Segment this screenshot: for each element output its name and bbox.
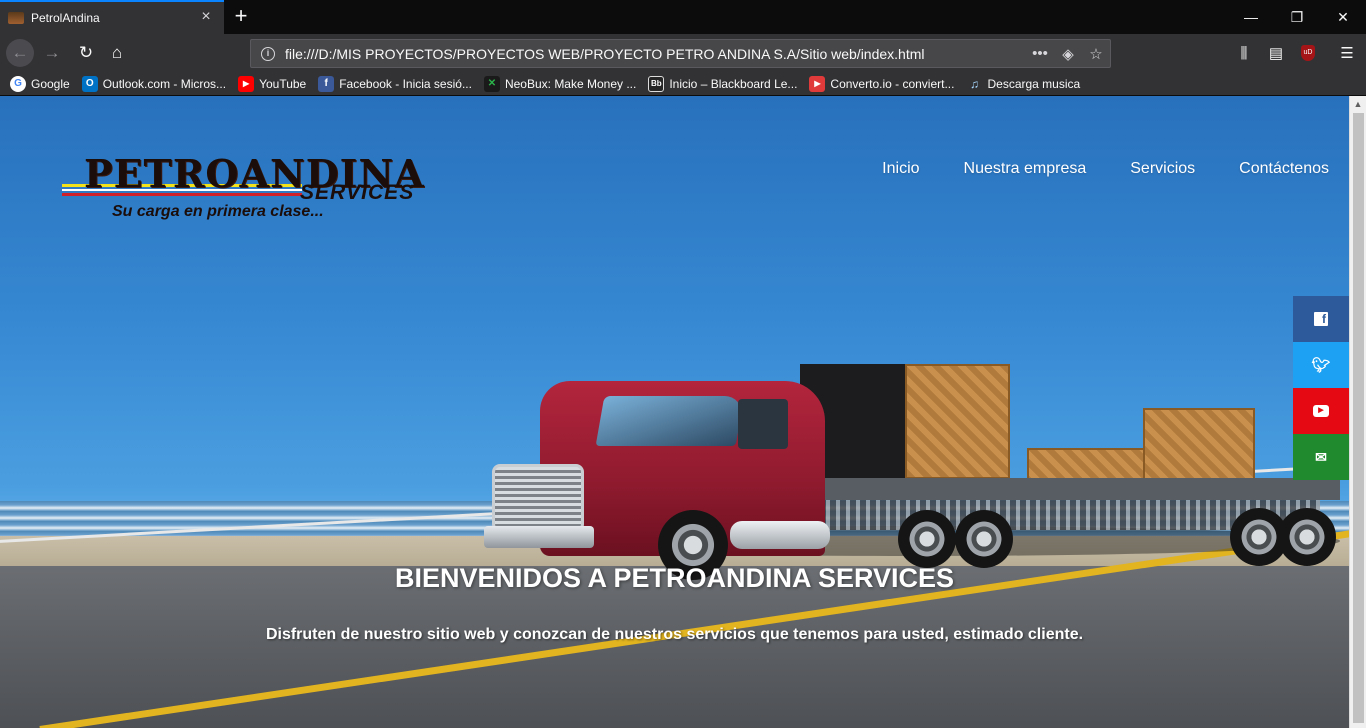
email-icon: ✉ [1315,448,1327,465]
side-window [738,399,788,449]
hero-title: BIENVENIDOS A PETROANDINA SERVICES [394,563,955,593]
pocket-icon[interactable]: ◈ [1054,45,1082,63]
twitter-button[interactable]: 🐦︎ [1293,342,1349,388]
tab-title: PetrolAndina [31,11,100,25]
menu-hamburger-icon[interactable]: ☰ [1333,39,1361,67]
petroandina-logo[interactable]: PETROANDINA SERVICES Su carga en primera… [62,151,447,226]
grille [492,464,584,532]
outlook-icon: O [81,75,98,92]
close-window-button[interactable]: ✕ [1320,0,1366,34]
youtube-icon: ▶ [238,75,255,92]
windshield [595,396,745,446]
twitter-icon: 🐦︎ [1311,357,1331,374]
menu-item-nuestra-empresa[interactable]: Nuestra empresa [964,160,1087,178]
bookmark-descarga-musica[interactable]: ♫ Descarga musica [966,76,1080,92]
bookmark-label: NeoBux: Make Money ... [504,76,637,91]
bookmark-converto[interactable]: ▶ Converto.io - conviert... [809,75,955,92]
main-menu: Inicio Nuestra empresa Servicios Contáct… [838,160,1329,178]
logo-sub-text: SERVICES [300,181,415,204]
fuel-tank [730,521,830,549]
restore-window-button[interactable]: ❐ [1274,0,1320,34]
back-button[interactable]: ← [6,39,34,67]
bookmark-blackboard[interactable]: Bb Inicio – Blackboard Le... [648,75,798,92]
crate [905,364,1010,479]
page-scrollbar[interactable]: ▲ [1349,96,1366,728]
minimize-window-button[interactable]: — [1228,0,1274,34]
bookmark-star-icon[interactable]: ☆ [1082,45,1110,63]
ublock-icon[interactable]: uD [1294,39,1322,67]
wheel [955,510,1013,568]
menu-item-inicio[interactable]: Inicio [882,160,919,178]
google-icon: G [10,75,26,92]
menu-item-contactenos[interactable]: Contáctenos [1239,160,1329,178]
navigation-toolbar: ← → ↻ ⌂ i file:///D:/MIS PROYECTOS/PROYE… [0,34,1366,72]
new-tab-button[interactable]: + [230,4,252,28]
bookmark-youtube[interactable]: ▶ YouTube [238,75,307,92]
menu-item-servicios[interactable]: Servicios [1130,160,1195,178]
bookmark-label: Outlook.com - Micros... [102,76,227,91]
bookmark-google[interactable]: G Google [10,75,70,92]
scroll-up-arrow-icon[interactable]: ▲ [1350,96,1366,112]
reload-button[interactable]: ↻ [72,39,100,67]
bumper [484,526,594,548]
music-note-icon: ♫ [969,76,979,91]
tab-strip: PetrolAndina × + — ❐ ✕ [0,0,1366,34]
hero-subtitle: Disfruten de nuestro sitio web y conozca… [265,626,1084,643]
wheel [1278,508,1336,566]
converto-icon: ▶ [809,75,826,92]
sidebar-icon[interactable]: ▤ [1262,39,1290,67]
facebook-icon: f [1314,312,1328,326]
bookmarks-toolbar: G Google O Outlook.com - Micros... ▶ You… [0,72,1366,96]
scroll-thumb[interactable] [1353,113,1364,723]
facebook-button[interactable]: f [1293,296,1349,342]
library-icon[interactable]: ⫼ [1230,39,1258,67]
facebook-icon: f [318,75,335,92]
close-tab-icon[interactable]: × [198,9,214,25]
url-text[interactable]: file:///D:/MIS PROYECTOS/PROYECTOS WEB/P… [285,46,1026,62]
bookmark-label: Google [31,76,70,91]
tab-petrolandina[interactable]: PetrolAndina × [0,0,224,34]
bookmark-neobux[interactable]: ✕ NeoBux: Make Money ... [483,75,637,92]
bookmark-outlook[interactable]: O Outlook.com - Micros... [81,75,227,92]
neobux-icon: ✕ [483,75,500,92]
blackboard-icon: Bb [648,75,665,92]
youtube-icon: ▶ [1313,405,1329,417]
bookmark-label: Descarga musica [987,76,1081,91]
home-button[interactable]: ⌂ [103,39,131,67]
bookmark-label: Inicio – Blackboard Le... [669,76,798,91]
site-info-icon[interactable]: i [261,46,275,61]
bookmark-label: Facebook - Inicia sesió... [339,76,472,91]
page-viewport: PETROANDINA SERVICES Su carga en primera… [0,96,1349,728]
social-bar: f 🐦︎ ▶ ✉ [1293,296,1349,480]
forward-button[interactable]: → [38,39,66,67]
logo-tagline: Su carga en primera clase... [112,203,324,220]
trailer-deck [820,478,1340,500]
bookmark-label: Converto.io - conviert... [830,76,955,91]
url-bar[interactable]: i file:///D:/MIS PROYECTOS/PROYECTOS WEB… [250,39,1111,68]
bookmark-facebook[interactable]: f Facebook - Inicia sesió... [318,75,472,92]
youtube-button[interactable]: ▶ [1293,388,1349,434]
email-button[interactable]: ✉ [1293,434,1349,480]
page-actions-icon[interactable]: ••• [1026,45,1054,62]
bookmark-label: YouTube [259,76,307,91]
wheel [898,510,956,568]
truck-favicon-icon [8,12,24,24]
